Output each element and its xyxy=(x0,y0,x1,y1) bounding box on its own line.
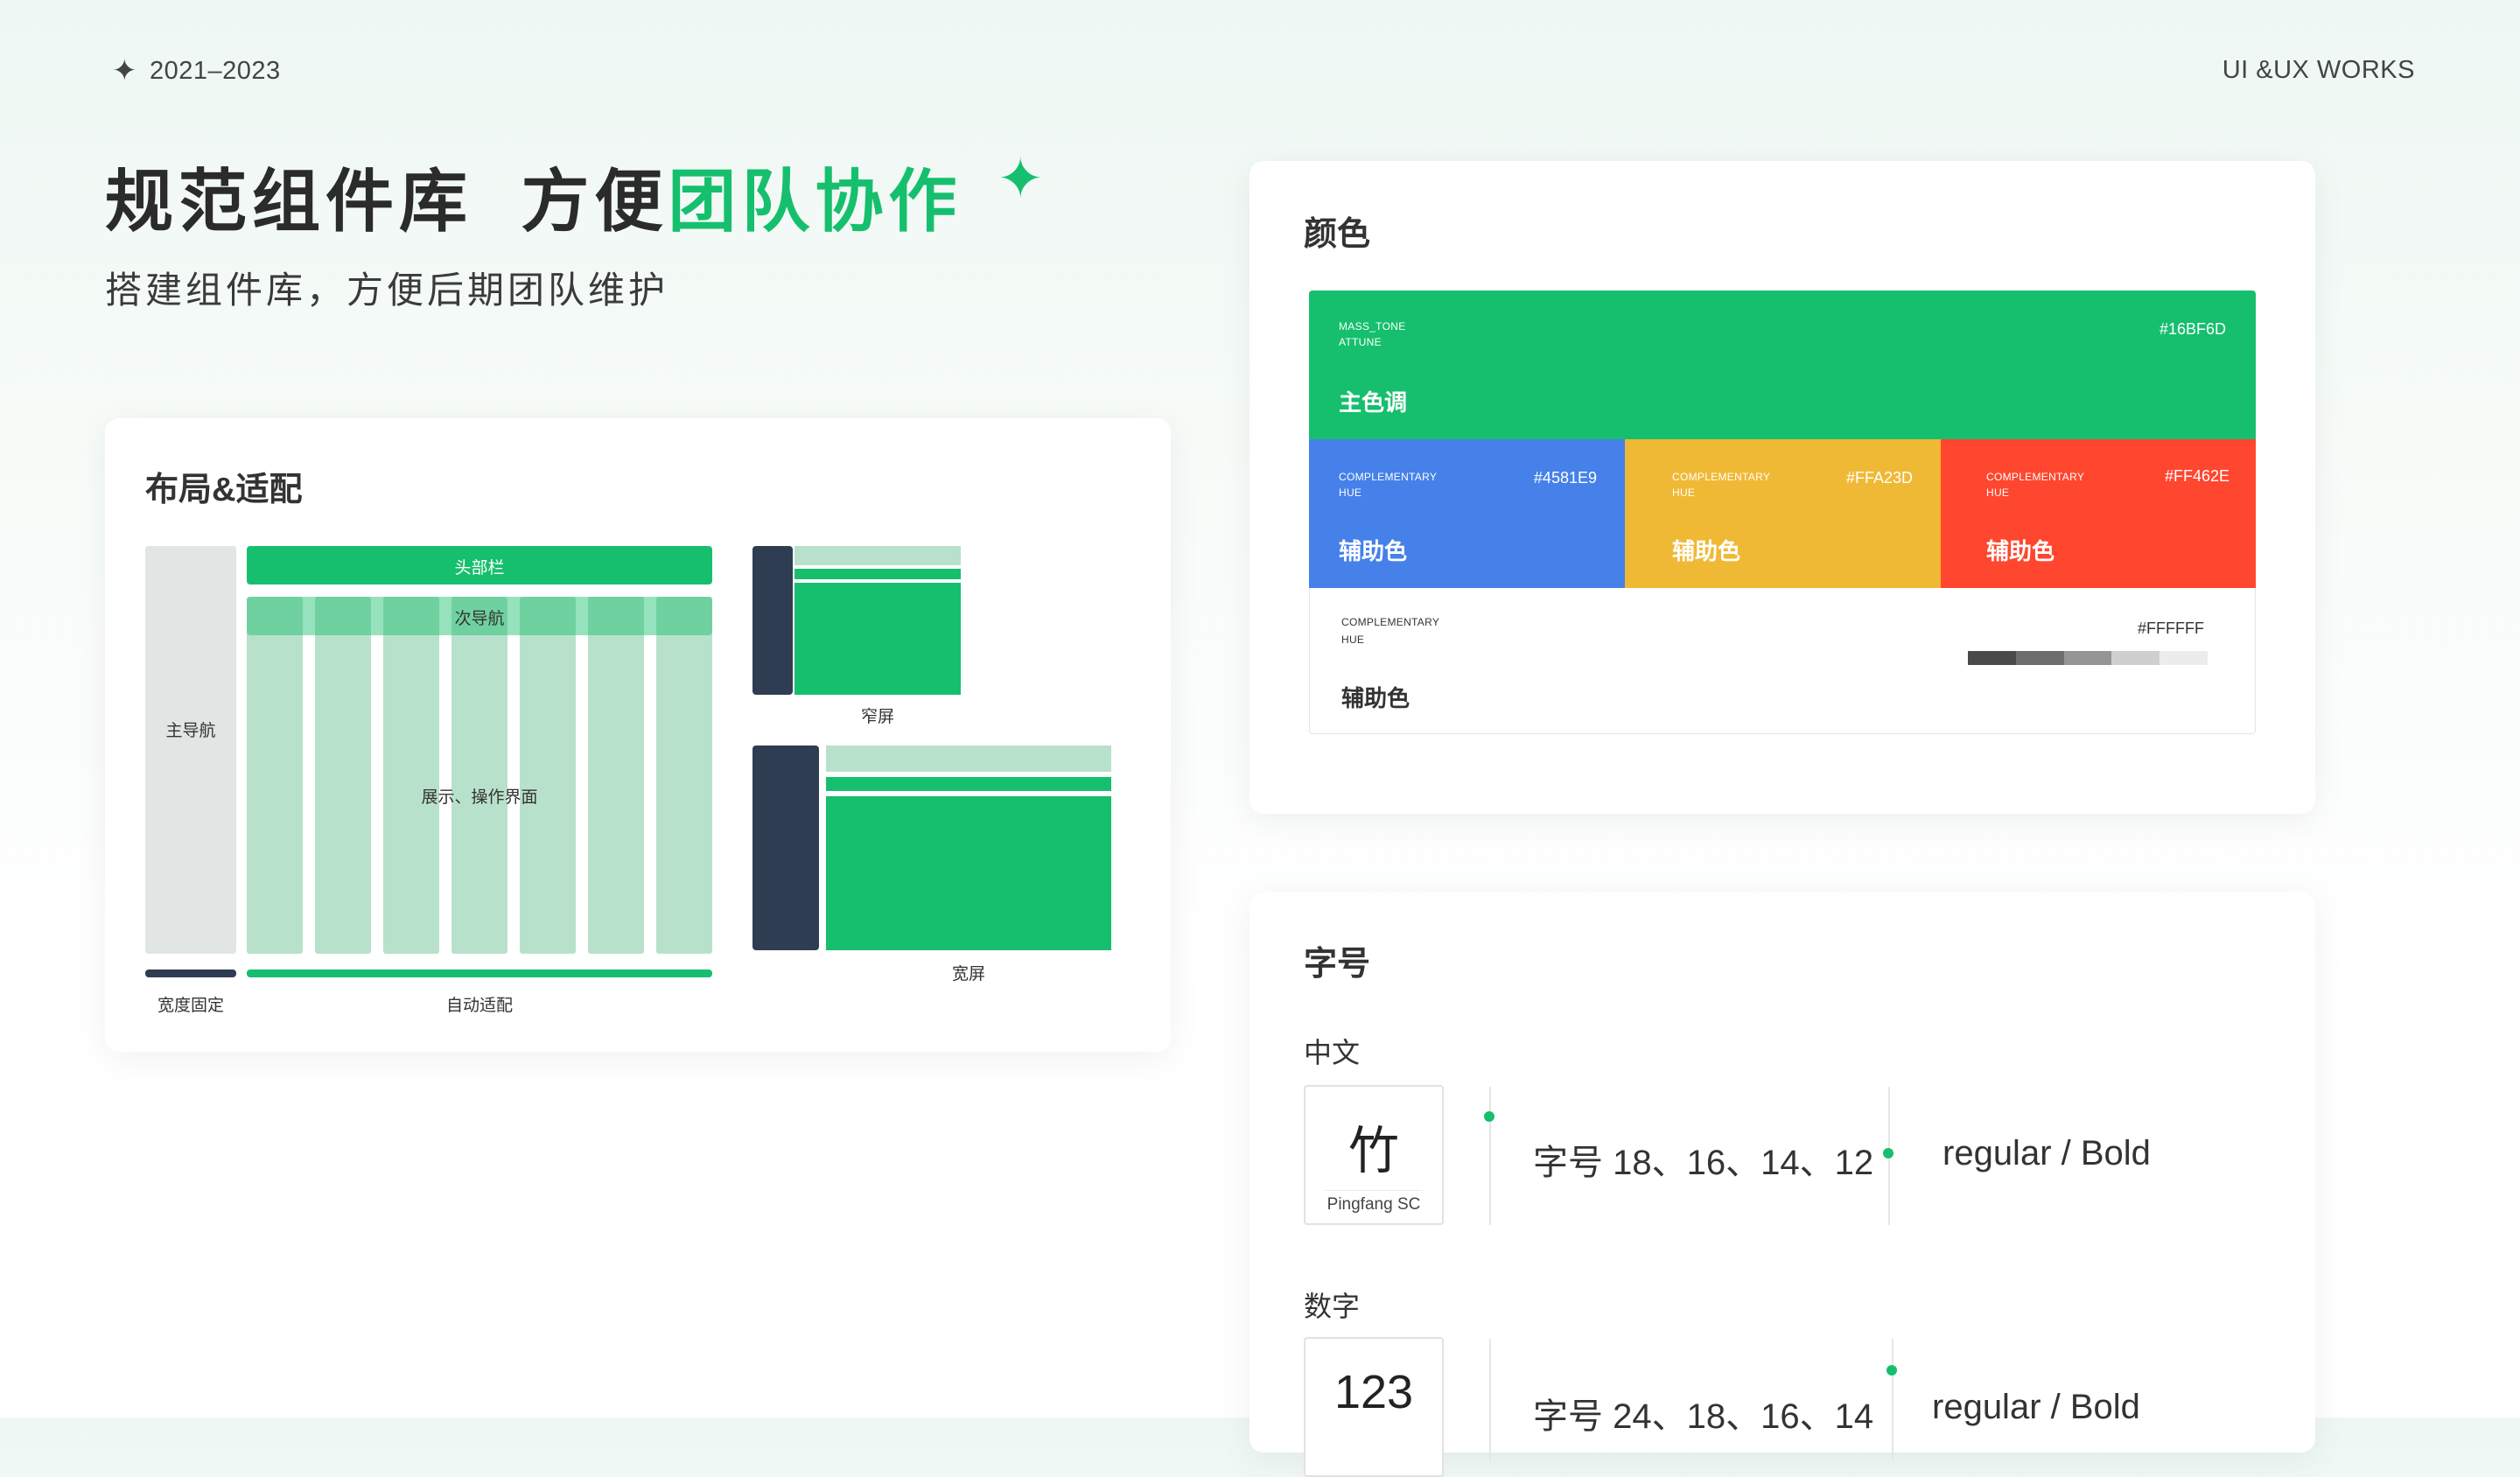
sparkle-icon: ✦ xyxy=(112,54,137,88)
gray-step xyxy=(1968,651,2016,665)
glyph-divider xyxy=(1325,1190,1423,1191)
red-tag1: COMPLEMENTARY xyxy=(1986,471,2085,483)
neutral-name: 辅助色 xyxy=(1341,685,1410,711)
primary-name: 主色调 xyxy=(1339,389,1408,416)
neutral-tag2: HUE xyxy=(1341,634,1365,646)
years-text: 2021–2023 xyxy=(150,56,281,85)
gray-step xyxy=(2160,651,2208,665)
grid-column xyxy=(520,597,576,954)
primary-tag1: MASS_TONE xyxy=(1339,320,1406,332)
wide-subnav-block xyxy=(826,777,1111,791)
font-card: 字号 中文 竹 Pingfang SC 字号 18、16、14、12 regul… xyxy=(1250,892,2315,1477)
yellow-name: 辅助色 xyxy=(1672,538,1741,564)
red-hex: #FF462E xyxy=(2164,467,2230,485)
auto-fit-label: 自动适配 xyxy=(445,997,513,1015)
wide-header-block xyxy=(826,746,1111,772)
yellow-tag1: COMPLEMENTARY xyxy=(1672,471,1771,483)
red-name: 辅助色 xyxy=(1986,538,2055,564)
number-glyph: 123 xyxy=(1334,1366,1414,1418)
neutral-tag1: COMPLEMENTARY xyxy=(1341,616,1440,628)
title-part1: 规范组件库 方便 xyxy=(105,163,668,240)
sparkle-icon: ✦ xyxy=(997,146,1049,210)
narrow-label: 窄屏 xyxy=(860,708,894,726)
fixed-width-bar xyxy=(145,970,236,977)
brand-label: UI &UX WORKS xyxy=(2222,56,2415,84)
sub-nav-label: 次导航 xyxy=(454,610,505,628)
neutral-hex: #FFFFFF xyxy=(2138,620,2204,637)
blue-tag1: COMPLEMENTARY xyxy=(1339,471,1438,483)
yellow-swatch: COMPLEMENTARY HUE #FFA23D 辅助色 xyxy=(1625,439,1941,588)
chinese-glyph: 竹 xyxy=(1348,1123,1399,1180)
gray-step xyxy=(2111,651,2160,665)
marker-dot xyxy=(1883,1148,1894,1158)
number-sizes: 字号 24、18、16、14 xyxy=(1533,1397,1874,1436)
header-bar-label: 头部栏 xyxy=(454,559,505,578)
marker-dot xyxy=(1886,1365,1897,1376)
grid-column xyxy=(315,597,371,954)
marker-dot xyxy=(1484,1111,1494,1122)
number-weights: regular / Bold xyxy=(1932,1388,2140,1426)
layout-card: 布局&适配 主导航 头部栏 次导航 展示、操作界面 宽度固定 自动适配 窄屏 宽… xyxy=(105,418,1171,1052)
color-card-title: 颜色 xyxy=(1304,216,1371,253)
narrow-content-block xyxy=(794,583,961,695)
chinese-sizes: 字号 18、16、14、12 xyxy=(1533,1144,1874,1182)
grid-column xyxy=(383,597,439,954)
wide-nav-block xyxy=(752,746,819,950)
font-name: Pingfang SC xyxy=(1326,1195,1421,1214)
neutral-swatch: COMPLEMENTARY HUE #FFFFFF 辅助色 xyxy=(1309,588,2256,734)
color-card: 颜色 MASS_TONE ATTUNE #16BF6D 主色调 COMPLEME… xyxy=(1250,161,2315,814)
primary-hex: #16BF6D xyxy=(2159,320,2226,338)
yellow-tag2: HUE xyxy=(1672,486,1696,499)
main-nav-block xyxy=(145,546,236,954)
red-tag2: HUE xyxy=(1986,486,2010,499)
main-nav-label: 主导航 xyxy=(165,722,216,740)
primary-swatch: MASS_TONE ATTUNE #16BF6D 主色调 xyxy=(1309,290,2256,439)
primary-tag2: ATTUNE xyxy=(1339,336,1382,348)
grid-column xyxy=(247,597,303,954)
divider-line xyxy=(1489,1087,1491,1225)
chinese-weights: regular / Bold xyxy=(1942,1134,2151,1172)
grid-column xyxy=(588,597,644,954)
chinese-label: 中文 xyxy=(1304,1037,1361,1068)
font-card-title: 字号 xyxy=(1304,946,1371,983)
blue-swatch: COMPLEMENTARY HUE #4581E9 辅助色 xyxy=(1309,439,1625,588)
content-label: 展示、操作界面 xyxy=(421,788,538,807)
wide-content-block xyxy=(826,796,1111,950)
blue-name: 辅助色 xyxy=(1339,538,1408,564)
grid-column xyxy=(656,597,712,954)
layout-card-title: 布局&适配 xyxy=(145,472,303,508)
narrow-header-block xyxy=(794,546,961,565)
page-subtitle: 搭建组件库，方便后期团队维护 xyxy=(105,270,669,311)
page-title: 规范组件库 方便 团队协作 ✦ xyxy=(105,147,1049,245)
divider-line xyxy=(1489,1339,1491,1461)
divider-line xyxy=(1892,1339,1894,1461)
gray-step xyxy=(2015,651,2064,665)
narrow-nav-block xyxy=(752,546,793,695)
number-glyph-box: 123 xyxy=(1304,1337,1444,1477)
fixed-width-label: 宽度固定 xyxy=(157,997,224,1015)
auto-fit-bar xyxy=(247,970,712,977)
grid-column xyxy=(452,597,508,954)
gray-scale-bar xyxy=(1968,651,2208,665)
blue-tag2: HUE xyxy=(1339,486,1362,499)
wide-label: 宽屏 xyxy=(951,965,985,984)
number-label: 数字 xyxy=(1304,1291,1361,1322)
gray-step xyxy=(2063,651,2112,665)
title-accent: 团队协作 xyxy=(668,163,962,240)
red-swatch: COMPLEMENTARY HUE #FF462E 辅助色 xyxy=(1941,439,2256,588)
years-label: ✦ 2021–2023 xyxy=(112,56,281,86)
blue-hex: #4581E9 xyxy=(1533,469,1597,486)
yellow-hex: #FFA23D xyxy=(1845,469,1913,486)
chinese-glyph-box: 竹 Pingfang SC xyxy=(1304,1085,1444,1225)
narrow-subnav-block xyxy=(794,569,961,579)
